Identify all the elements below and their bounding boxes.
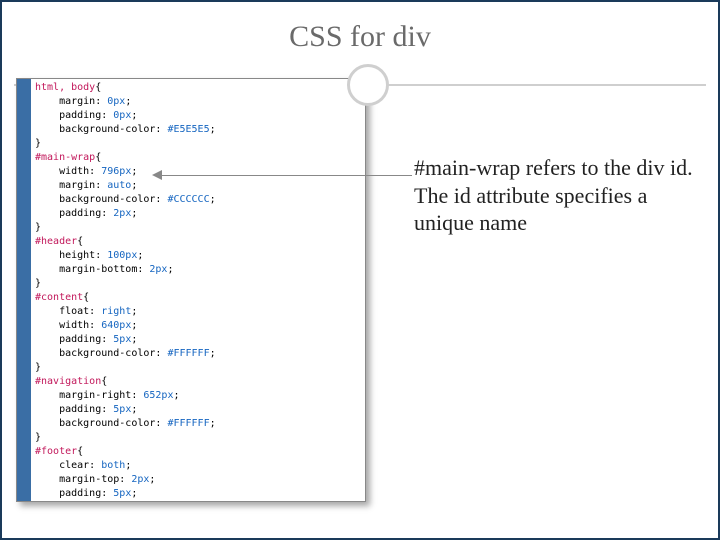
code-line: #main-wrap{: [35, 151, 361, 165]
code-line: padding: 2px;: [35, 207, 361, 221]
arrow-head-icon: [152, 170, 162, 180]
ring-decoration: [347, 64, 389, 106]
annotation-line2: The id attribute specifies a unique name: [414, 183, 647, 236]
code-line: #navigation{: [35, 375, 361, 389]
annotation-text: #main-wrap refers to the div id. The id …: [414, 154, 694, 237]
code-line: float: right;: [35, 305, 361, 319]
code-line: background-color: #E5E5E5;: [35, 123, 361, 137]
code-line: margin: 0px;: [35, 95, 361, 109]
code-line: padding: 0px;: [35, 109, 361, 123]
code-line: }: [35, 431, 361, 445]
code-line: #footer{: [35, 445, 361, 459]
code-line: }: [35, 221, 361, 235]
code-line: }: [35, 361, 361, 375]
code-line: width: 640px;: [35, 319, 361, 333]
code-line: background-color: #FFFFFF;: [35, 501, 361, 502]
code-lines: html, body{ margin: 0px; padding: 0px; b…: [35, 81, 361, 502]
code-line: margin: auto;: [35, 179, 361, 193]
slide-title: CSS for div: [2, 20, 718, 54]
code-line: clear: both;: [35, 459, 361, 473]
code-line: width: 796px;: [35, 165, 361, 179]
code-line: background-color: #FFFFFF;: [35, 347, 361, 361]
gutter: [17, 79, 31, 501]
code-line: background-color: #CCCCCC;: [35, 193, 361, 207]
code-line: html, body{: [35, 81, 361, 95]
code-line: padding: 5px;: [35, 487, 361, 501]
code-line: }: [35, 137, 361, 151]
code-line: }: [35, 277, 361, 291]
slide: CSS for div html, body{ margin: 0px; pad…: [0, 0, 720, 540]
annotation-line1: #main-wrap refers to the div id.: [414, 155, 693, 180]
code-line: background-color: #FFFFFF;: [35, 417, 361, 431]
code-line: padding: 5px;: [35, 403, 361, 417]
code-line: #header{: [35, 235, 361, 249]
code-panel: html, body{ margin: 0px; padding: 0px; b…: [16, 78, 366, 502]
code-line: height: 100px;: [35, 249, 361, 263]
arrow-line: [160, 175, 412, 176]
code-line: #content{: [35, 291, 361, 305]
code-line: margin-bottom: 2px;: [35, 263, 361, 277]
code-line: margin-right: 652px;: [35, 389, 361, 403]
code-line: margin-top: 2px;: [35, 473, 361, 487]
code-line: padding: 5px;: [35, 333, 361, 347]
